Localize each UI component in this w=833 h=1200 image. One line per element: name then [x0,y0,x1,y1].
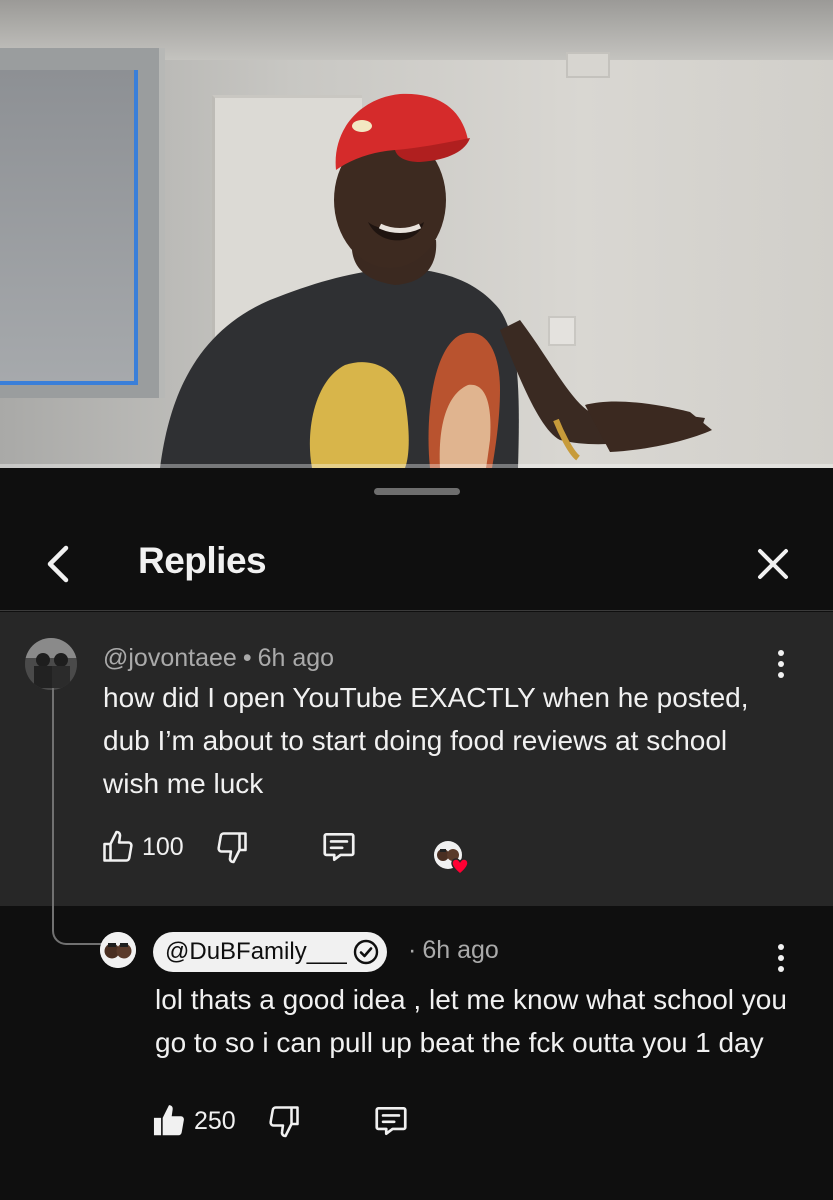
comment-actions: 250 [150,1102,410,1140]
replies-sheet: Replies @jovontaee • 6h ago how did I open… [0,468,833,1200]
thumbs-down-icon [217,832,247,864]
dislike-button[interactable] [266,1103,302,1139]
reply-button[interactable] [320,828,358,866]
video-person [160,93,712,468]
creator-avatar-image [100,932,136,968]
comment-meta: @jovontaee • 6h ago [103,644,334,673]
comment-username[interactable]: @jovontaee [103,644,237,672]
more-icon-dot [778,672,784,678]
comment-text: lol thats a good idea , let me know what… [155,984,787,1058]
parent-comment: @jovontaee • 6h ago how did I open YouTube… [0,612,833,906]
thumbs-up-icon [103,830,133,862]
like-button[interactable]: 250 [150,1102,236,1140]
video-player[interactable] [0,0,833,468]
reply-icon [375,1106,407,1136]
creator-handle-badge[interactable]: @DuBFamily___ [153,932,387,972]
comment-time: 6h ago [422,936,499,964]
creator-heart-icon [434,841,469,875]
dislike-button[interactable] [214,829,250,865]
drag-handle[interactable] [374,488,460,495]
close-icon [758,549,788,579]
reply-button[interactable] [372,1102,410,1140]
more-button[interactable] [766,936,796,980]
more-icon-dot [778,650,784,656]
page-title: Replies [138,540,267,581]
back-button[interactable] [30,536,86,592]
like-button[interactable]: 100 [100,829,184,865]
thumbs-up-filled-icon [153,1105,184,1136]
close-button[interactable] [745,536,801,592]
more-icon-dot [778,955,784,961]
replies-header: Replies [0,518,833,611]
thumbs-down-icon [269,1106,299,1138]
user-avatar-image [25,638,77,690]
reply-icon [323,832,355,862]
avatar[interactable] [100,932,136,968]
comment-meta: · 6h ago [408,936,499,965]
reply-comment: @DuBFamily___ · 6h ago lol thats a good i… [0,906,833,1200]
comment-username: @DuBFamily___ [165,938,347,965]
more-button[interactable] [766,642,796,686]
verified-check-icon [353,939,378,965]
avatar[interactable] [25,638,77,690]
meta-separator: • [242,644,252,672]
more-icon-dot [778,966,784,972]
meta-separator: · [408,936,417,964]
more-icon-dot [778,944,784,950]
comment-text: how did I open YouTube EXACTLY when he p… [103,682,749,799]
more-icon-dot [778,661,784,667]
creator-heart-badge [432,838,472,878]
chevron-left-icon [47,545,69,583]
like-count: 250 [194,1106,236,1135]
comment-time: 6h ago [257,644,335,672]
comment-actions: 100 [100,828,358,866]
like-count: 100 [142,832,184,861]
